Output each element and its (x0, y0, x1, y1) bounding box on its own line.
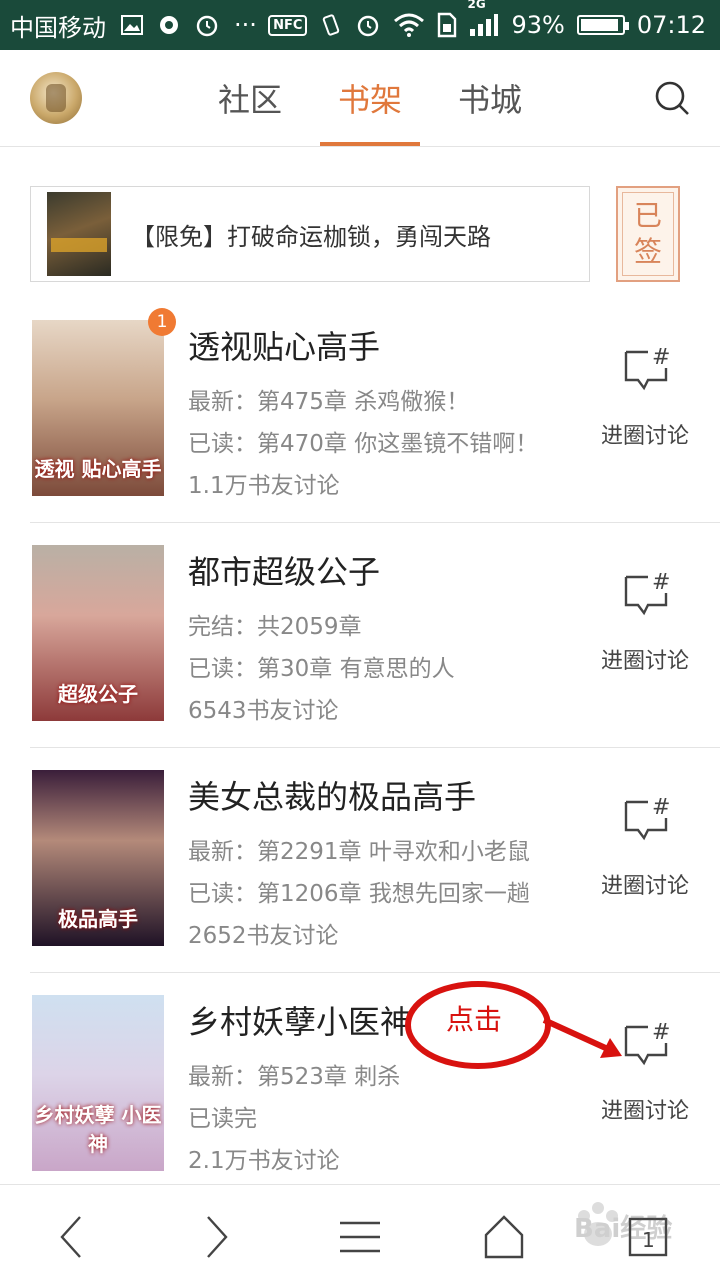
join-circle-button[interactable]: # 进圈讨论 (590, 344, 700, 454)
join-circle-button[interactable]: # 进圈讨论 (590, 794, 700, 904)
discussion-icon: # (624, 345, 670, 391)
join-circle-label: 进圈讨论 (600, 424, 689, 449)
vibrate-icon (319, 13, 343, 37)
book-item[interactable]: 透视 贴心高手 1 透视贴心高手 最新：第475章 杀鸡儆猴！ 已读：第470章… (30, 298, 720, 523)
alarm-icon (194, 12, 220, 38)
discussion-icon: # (624, 795, 670, 841)
top-header: 社区 书架 书城 (0, 50, 720, 147)
book-title[interactable]: 透视贴心高手 (188, 322, 380, 368)
svg-text:#: # (652, 570, 670, 595)
promo-banner[interactable]: 【限免】打破命运枷锁，勇闯天路 (30, 186, 590, 282)
wifi-icon (393, 13, 425, 37)
read-progress: 已读：第30章 有意思的人 (188, 656, 455, 682)
search-button[interactable] (652, 78, 692, 118)
signal-icon: 2G (467, 0, 499, 37)
read-progress: 已读完 (188, 1106, 257, 1132)
latest-chapter: 最新：第475章 杀鸡儆猴！ (188, 389, 470, 415)
chevron-right-icon (207, 1216, 228, 1258)
discussion-count: 2.1万书友讨论 (188, 1148, 340, 1174)
discussion-count: 1.1万书友讨论 (188, 473, 340, 499)
baidu-watermark: Bai经验 (566, 1194, 696, 1258)
app-notification-icon (158, 14, 180, 36)
promo-book-cover (47, 192, 111, 276)
check-in-label-1: 已 (633, 199, 662, 232)
battery-icon (576, 15, 629, 35)
discussion-count: 2652书友讨论 (188, 923, 339, 949)
book-cover[interactable]: 极品高手 (32, 770, 164, 946)
join-circle-label: 进圈讨论 (600, 649, 689, 674)
gallery-icon (120, 13, 144, 37)
chevron-left-icon (60, 1216, 81, 1258)
home-icon (484, 1215, 524, 1259)
annotation-text: 点击 (446, 1003, 503, 1036)
more-notifications-icon: ··· (234, 11, 257, 39)
status-bar: 中国移动 ··· NFC 2G 93% 07:12 (0, 0, 720, 50)
book-item[interactable]: 乡村妖孽 小医神 乡村妖孽小医神 最新：第523章 刺杀 已读完 2.1万书友讨… (30, 973, 720, 1198)
sim-icon (437, 12, 457, 38)
cover-text: 乡村妖孽 小医神 (34, 1103, 162, 1156)
carrier-label: 中国移动 (10, 13, 106, 42)
book-title[interactable]: 乡村妖孽小医神 (188, 997, 412, 1043)
tab-community[interactable]: 社区 (190, 50, 310, 146)
menu-icon (340, 1221, 380, 1253)
svg-text:#: # (652, 1020, 670, 1045)
book-title[interactable]: 美女总裁的极品高手 (188, 772, 476, 818)
book-title[interactable]: 都市超级公子 (188, 547, 380, 593)
home-button[interactable] (476, 1209, 532, 1265)
menu-button[interactable] (332, 1209, 388, 1265)
check-in-label-2: 签 (633, 235, 662, 268)
cover-text: 超级公子 (58, 682, 138, 706)
unread-badge: 1 (148, 308, 176, 336)
forward-button[interactable] (188, 1209, 244, 1265)
network-type-label: 2G (467, 0, 486, 11)
read-progress: 已读：第1206章 我想先回家一趟 (188, 881, 530, 907)
book-item[interactable]: 极品高手 美女总裁的极品高手 最新：第2291章 叶寻欢和小老鼠 已读：第120… (30, 748, 720, 973)
alarm-status-icon (355, 12, 381, 38)
svg-text:#: # (652, 795, 670, 820)
tab-bookshelf[interactable]: 书架 (310, 50, 430, 146)
nfc-icon: NFC (268, 14, 308, 36)
main-tabs: 社区 书架 书城 (190, 50, 550, 146)
latest-chapter: 最新：第2291章 叶寻欢和小老鼠 (188, 839, 530, 865)
join-circle-label: 进圈讨论 (600, 1099, 689, 1124)
discussion-icon: # (624, 570, 670, 616)
watermark-text: Bai经验 (574, 1214, 673, 1244)
book-item[interactable]: 超级公子 都市超级公子 完结：共2059章 已读：第30章 有意思的人 6543… (30, 523, 720, 748)
discussion-count: 6543书友讨论 (188, 698, 339, 724)
latest-chapter: 完结：共2059章 (188, 614, 362, 640)
book-cover[interactable]: 乡村妖孽 小医神 (32, 995, 164, 1171)
back-button[interactable] (44, 1209, 100, 1265)
book-cover[interactable]: 透视 贴心高手 (32, 320, 164, 496)
search-icon (655, 81, 689, 115)
check-in-button[interactable]: 已 签 (616, 186, 680, 282)
cover-text: 极品高手 (58, 907, 138, 931)
tab-bookstore[interactable]: 书城 (430, 50, 550, 146)
join-circle-label: 进圈讨论 (600, 874, 689, 899)
cover-text: 透视 贴心高手 (34, 457, 162, 481)
promo-text: 【限免】打破命运枷锁，勇闯天路 (131, 222, 491, 251)
annotation-arrow (542, 1017, 622, 1058)
user-avatar[interactable] (30, 72, 82, 124)
read-progress: 已读：第470章 你这墨镜不错啊！ (188, 431, 539, 457)
battery-percent: 93% (511, 11, 565, 39)
svg-text:#: # (652, 345, 670, 370)
join-circle-button[interactable]: # 进圈讨论 (590, 569, 700, 679)
clock: 07:12 (636, 11, 706, 39)
book-cover[interactable]: 超级公子 (32, 545, 164, 721)
latest-chapter: 最新：第523章 刺杀 (188, 1064, 401, 1090)
